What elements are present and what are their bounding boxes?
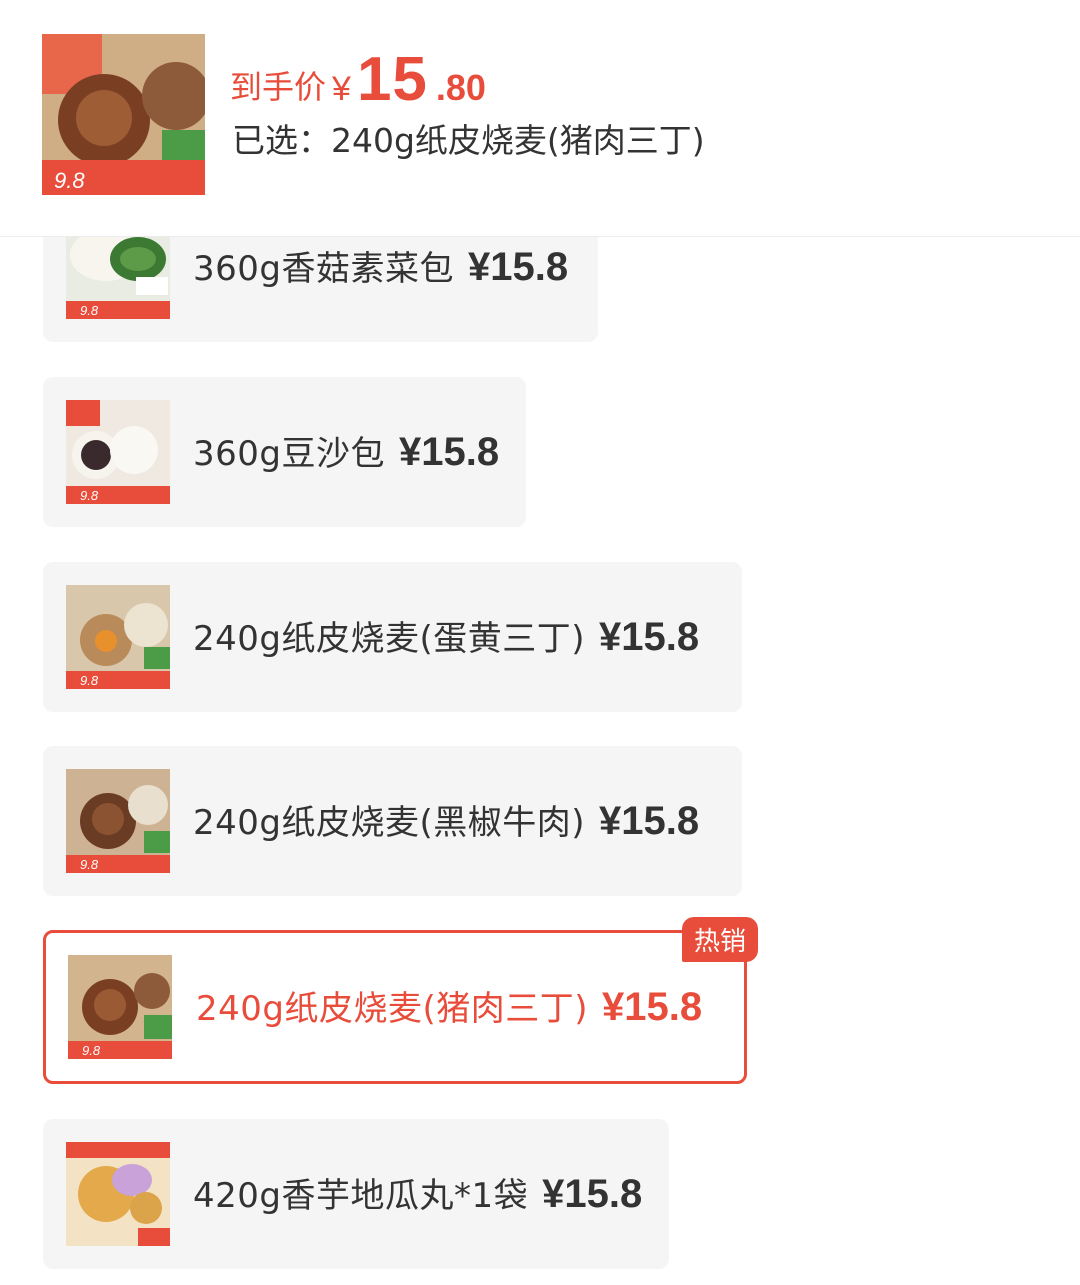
sku-option-name: 360g豆沙包: [193, 434, 385, 474]
pork-shumai-image: 9.8: [68, 955, 172, 1059]
thumb-price: 9.8: [54, 168, 85, 193]
sku-header: 9.8 到手价 ¥15.80 已选：240g纸皮烧麦(猪肉三丁): [0, 0, 1080, 237]
sku-option-name: 240g纸皮烧麦(蛋黄三丁): [193, 619, 586, 659]
beef-shumai-image: 9.8: [66, 769, 170, 873]
svg-text:9.8: 9.8: [82, 1043, 101, 1058]
sku-option-name: 420g香芋地瓜丸*1袋: [193, 1176, 529, 1216]
sku-option-price: ¥15.8: [599, 615, 700, 659]
sku-option-price: ¥15.8: [599, 799, 700, 843]
sku-selector-sheet: 9.8 360g香菇素菜包 ¥15.8 9.8 360g豆沙包 ¥15.8 9.…: [0, 0, 1080, 1285]
egg-yolk-shumai-image: 9.8: [66, 585, 170, 689]
sku-option-price: ¥15.8: [602, 985, 703, 1029]
svg-text:9.8: 9.8: [80, 673, 99, 688]
thumb-price: 9.8: [80, 303, 99, 318]
taro-ball-image: [66, 1142, 170, 1246]
sku-option-price: ¥15.8: [542, 1172, 643, 1216]
price-decimal: .80: [435, 67, 486, 108]
sku-option[interactable]: 9.8 360g豆沙包 ¥15.8: [43, 377, 526, 527]
final-price: 到手价 ¥15.80: [230, 44, 486, 114]
price-label: 到手价: [230, 68, 327, 106]
selected-sku-text: 已选：240g纸皮烧麦(猪肉三丁): [232, 121, 705, 160]
sku-option[interactable]: 9.8 240g纸皮烧麦(蛋黄三丁) ¥15.8: [43, 562, 742, 712]
red-bean-bun-image: 9.8: [66, 400, 170, 504]
sku-option[interactable]: 420g香芋地瓜丸*1袋 ¥15.8: [43, 1119, 669, 1269]
sku-option[interactable]: 9.8 240g纸皮烧麦(黑椒牛肉) ¥15.8: [43, 746, 742, 896]
svg-text:9.8: 9.8: [80, 488, 99, 503]
sku-option-name: 240g纸皮烧麦(猪肉三丁): [196, 989, 589, 1029]
sku-option-price: ¥15.8: [467, 245, 569, 289]
currency-symbol: ¥: [332, 70, 351, 108]
sku-option-name: 240g纸皮烧麦(黑椒牛肉): [193, 803, 586, 843]
svg-text:9.8: 9.8: [80, 857, 99, 872]
sku-option-name: 360g香菇素菜包: [193, 249, 454, 289]
sku-option-selected[interactable]: 9.8 240g纸皮烧麦(猪肉三丁) ¥15.8 热销: [43, 917, 758, 1084]
sku-option-price: ¥15.8: [398, 430, 500, 474]
selected-product-image: 9.8: [42, 34, 205, 195]
hot-sale-badge: 热销: [681, 917, 758, 962]
price-integer: 15: [356, 45, 428, 114]
